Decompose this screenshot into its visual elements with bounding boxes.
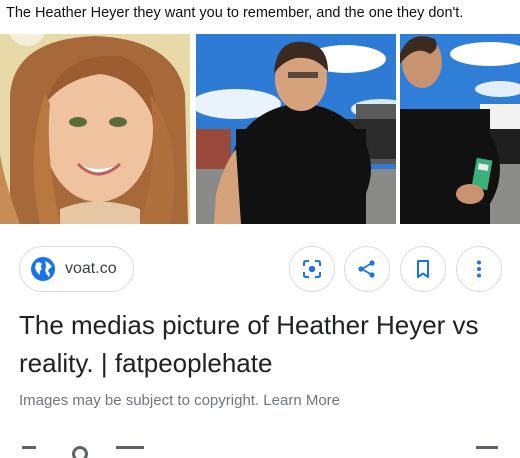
image-caption: The Heather Heyer they want you to remem…: [6, 5, 464, 21]
image-preview[interactable]: The Heather Heyer they want you to remem…: [0, 0, 520, 226]
source-chip[interactable]: voat.co: [19, 246, 134, 292]
share-button[interactable]: [344, 246, 390, 292]
toolbar-icon-3[interactable]: [116, 446, 144, 458]
more-options-button[interactable]: [456, 246, 502, 292]
lens-icon: [303, 260, 321, 278]
share-icon: [358, 260, 375, 278]
action-row: voat.co: [0, 244, 520, 296]
toolbar-icon-2[interactable]: [72, 446, 88, 458]
photo-outdoor-1: [196, 34, 396, 224]
toolbar-icon-1[interactable]: [22, 446, 36, 458]
save-button[interactable]: [400, 246, 446, 292]
toolbar-icon-4[interactable]: [476, 446, 498, 458]
result-title[interactable]: The medias picture of Heather Heyer vs r…: [19, 306, 499, 382]
photo-outdoor-2: [400, 34, 520, 224]
bottom-toolbar-partial: [0, 446, 520, 458]
more-vert-icon: [477, 260, 481, 278]
learn-more-link[interactable]: Learn More: [263, 392, 340, 409]
copyright-text: Images may be subject to copyright.: [19, 392, 260, 409]
globe-icon: [31, 257, 55, 281]
lens-button[interactable]: [289, 246, 335, 292]
photo-portrait: [0, 34, 190, 224]
source-site: voat.co: [65, 260, 117, 277]
bookmark-icon: [417, 260, 429, 278]
copyright-note: Images may be subject to copyright. Lear…: [19, 392, 340, 409]
